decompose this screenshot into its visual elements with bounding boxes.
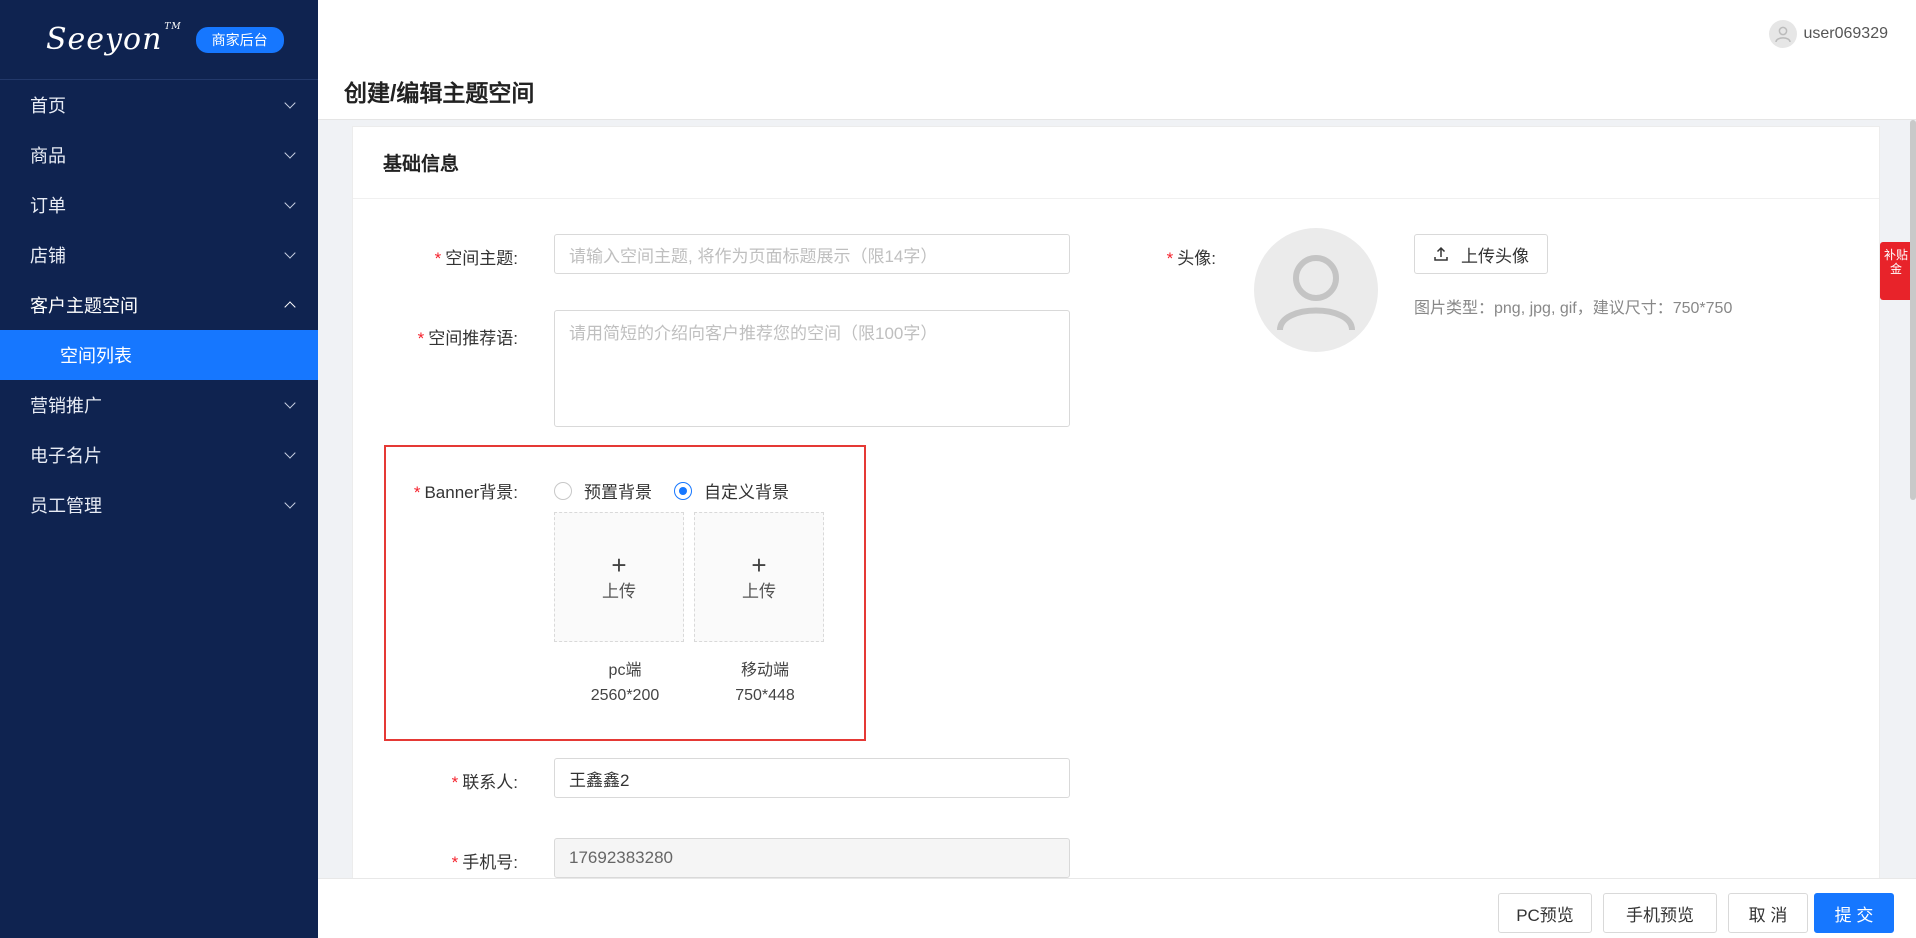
sidebar-item-theme-space[interactable]: 客户主题空间 bbox=[0, 280, 318, 330]
radio-custom-bg[interactable]: 自定义背景 bbox=[674, 478, 789, 503]
user-avatar-icon bbox=[1769, 20, 1798, 48]
recommend-label: * 空间推荐语: bbox=[417, 329, 518, 348]
subsidy-side-tag[interactable]: 补贴金 bbox=[1880, 242, 1912, 300]
avatar-hint: 图片类型：png, jpg, gif，建议尺寸：750*750 bbox=[1414, 300, 1733, 317]
sidebar-menu: 首页 商品 订单 店铺 客户主题空间 空间列表 营销推广 电子名片 员工管理 bbox=[0, 80, 318, 530]
sidebar-item-store[interactable]: 店铺 bbox=[0, 230, 318, 280]
recommend-textarea[interactable]: 请用简短的介绍向客户推荐您的空间（限100字） bbox=[554, 310, 1070, 427]
mobile-preview-button[interactable]: 手机预览 bbox=[1603, 893, 1717, 933]
cancel-button[interactable]: 取 消 bbox=[1728, 893, 1808, 933]
contact-input[interactable]: 王鑫鑫2 bbox=[554, 758, 1070, 798]
card-title: 基础信息 bbox=[353, 127, 1879, 199]
footer-actions: PC预览 手机预览 取 消 提 交 bbox=[318, 878, 1916, 938]
sidebar: Seeyon TM 商家后台 首页 商品 订单 店铺 客户主题空间 空间列表 营销… bbox=[0, 0, 318, 938]
upload-avatar-button[interactable]: 上传头像 bbox=[1414, 234, 1548, 274]
pc-banner-spec: pc端 2560*200 bbox=[590, 662, 660, 704]
theme-label: * 空间主题: bbox=[434, 249, 518, 268]
radio-circle-selected bbox=[674, 481, 692, 500]
mobile-banner-spec: 移动端 750*448 bbox=[735, 662, 795, 704]
sidebar-item-marketing[interactable]: 营销推广 bbox=[0, 380, 318, 430]
pc-preview-button[interactable]: PC预览 bbox=[1498, 893, 1592, 933]
upload-icon bbox=[1433, 246, 1449, 262]
chevron-down-icon bbox=[284, 247, 296, 259]
page-title: 创建/编辑主题空间 bbox=[344, 80, 535, 106]
plus-icon: + bbox=[611, 549, 627, 580]
sidebar-item-orders[interactable]: 订单 bbox=[0, 180, 318, 230]
phone-label: * 手机号: bbox=[451, 853, 518, 872]
sidebar-item-staff[interactable]: 员工管理 bbox=[0, 480, 318, 530]
username: user069329 bbox=[1803, 25, 1888, 42]
header: 创建/编辑主题空间 user069329 bbox=[318, 0, 1916, 120]
logo-area: Seeyon TM 商家后台 bbox=[0, 0, 318, 80]
theme-input[interactable]: 请输入空间主题, 将作为页面标题展示（限14字） bbox=[554, 234, 1070, 274]
plus-icon: + bbox=[751, 549, 767, 580]
banner-label: * Banner背景: bbox=[413, 483, 518, 502]
chevron-down-icon bbox=[284, 147, 296, 159]
merchant-backend-badge: 商家后台 bbox=[195, 26, 284, 53]
user-menu[interactable]: user069329 bbox=[1769, 20, 1888, 48]
chevron-down-icon bbox=[284, 97, 296, 109]
upload-mobile-banner[interactable]: + 上传 bbox=[694, 512, 824, 642]
upload-pc-banner[interactable]: + 上传 bbox=[554, 512, 684, 642]
phone-input[interactable]: 17692383280 bbox=[554, 838, 1070, 878]
avatar-label: * 头像: bbox=[1166, 249, 1216, 268]
chevron-up-icon bbox=[284, 301, 296, 313]
sidebar-item-business-card[interactable]: 电子名片 bbox=[0, 430, 318, 480]
chevron-down-icon bbox=[284, 197, 296, 209]
chevron-down-icon bbox=[284, 447, 296, 459]
radio-preset-bg[interactable]: 预置背景 bbox=[554, 478, 652, 503]
contact-label: * 联系人: bbox=[451, 773, 518, 792]
sidebar-item-products[interactable]: 商品 bbox=[0, 130, 318, 180]
sidebar-subitem-space-list[interactable]: 空间列表 bbox=[0, 330, 318, 380]
submit-button[interactable]: 提 交 bbox=[1814, 893, 1894, 933]
sidebar-item-home[interactable]: 首页 bbox=[0, 80, 318, 130]
chevron-down-icon bbox=[284, 497, 296, 509]
radio-circle bbox=[554, 481, 572, 500]
chevron-down-icon bbox=[284, 397, 296, 409]
avatar-placeholder-icon bbox=[1254, 228, 1378, 352]
seeyon-logo: Seeyon TM bbox=[46, 22, 182, 57]
page-scrollbar[interactable] bbox=[1910, 120, 1916, 500]
